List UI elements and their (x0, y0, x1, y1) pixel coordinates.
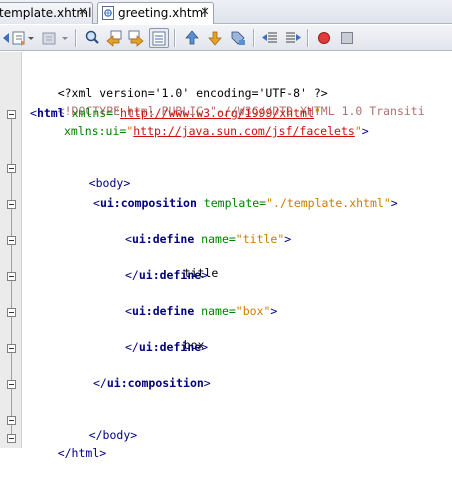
code-line-11: box (183, 338, 205, 352)
code-line-7: <ui:define name="title"> (125, 232, 292, 246)
code-line-3: <html xmlns="http://www.w3.org/1999/xhtm… (30, 106, 321, 120)
toolbar-separator (75, 29, 77, 47)
fold-composition-icon[interactable] (7, 200, 16, 209)
dropdown-icon[interactable] (26, 28, 36, 48)
namespace-link[interactable]: http://www.w3.org/1999/xhtml (120, 106, 314, 120)
editor-gutter (0, 52, 22, 448)
editor-toolbar (0, 25, 452, 51)
code-line-1: <?xml version='1.0' encoding='UTF-8' ?> (57, 86, 328, 100)
fold-body-icon[interactable] (7, 164, 16, 173)
find-icon[interactable] (82, 28, 102, 48)
find-previous-icon[interactable] (104, 28, 124, 48)
fold-define-end-icon[interactable] (7, 272, 16, 281)
tab-greeting-xhtml[interactable]: greeting.xhtml ✕ (97, 2, 214, 24)
tab-template-xhtml[interactable]: template.xhtml ✕ (0, 2, 93, 24)
previous-bookmark-icon[interactable] (182, 28, 202, 48)
namespace-link[interactable]: http://java.sun.com/jsf/facelets (133, 124, 355, 138)
record-macro-icon[interactable] (314, 28, 334, 48)
code-line-2: <!DOCTYPE html PUBLIC "-//W3C//DTD XHTML… (57, 104, 425, 118)
code-line-6: <ui:composition template="./template.xht… (93, 196, 398, 210)
editor-tab-bar: template.xhtml ✕ greeting.xhtml ✕ (0, 0, 452, 24)
fold-define-end-icon[interactable] (7, 344, 16, 353)
toolbar-separator (253, 29, 255, 47)
code-line-12: </ui:define> (125, 340, 209, 354)
stop-macro-icon[interactable] (337, 28, 357, 48)
code-line-14: </body> (88, 428, 138, 442)
toolbar-separator (307, 29, 309, 47)
forward-icon[interactable] (40, 28, 60, 48)
fold-guide (11, 245, 12, 274)
code-line-4: xmlns:ui="http://java.sun.com/jsf/facele… (64, 124, 369, 138)
close-icon[interactable]: ✕ (199, 6, 211, 18)
code-line-9: </ui:define> (125, 268, 209, 282)
xhtml-file-icon (102, 6, 114, 20)
toggle-highlight-icon[interactable] (149, 28, 169, 48)
tab-label: greeting.xhtml (118, 6, 207, 20)
code-line-10: <ui:define name="box"> (125, 304, 278, 318)
code-line-8: title (183, 266, 219, 280)
close-icon[interactable]: ✕ (77, 6, 89, 18)
fold-html-icon[interactable] (7, 110, 16, 119)
fold-composition-end-icon[interactable] (7, 380, 16, 389)
shift-left-icon[interactable] (260, 28, 280, 48)
fold-define-title-icon[interactable] (7, 236, 16, 245)
toggle-bookmark-icon[interactable] (228, 28, 248, 48)
find-next-icon[interactable] (126, 28, 146, 48)
fold-guide (11, 317, 12, 346)
code-editor[interactable]: <?xml version='1.0' encoding='UTF-8' ?> … (30, 52, 452, 460)
fold-body-end-icon[interactable] (7, 416, 16, 425)
code-line-5: <body> (88, 176, 131, 190)
fold-define-box-icon[interactable] (7, 308, 16, 317)
toolbar-separator (174, 29, 176, 47)
code-line-13: </ui:composition> (93, 376, 211, 390)
dropdown-icon[interactable] (60, 28, 70, 48)
fold-html-end-icon[interactable] (7, 434, 16, 443)
shift-right-icon[interactable] (283, 28, 303, 48)
code-line-15: </html> (57, 446, 107, 460)
next-bookmark-icon[interactable] (205, 28, 225, 48)
